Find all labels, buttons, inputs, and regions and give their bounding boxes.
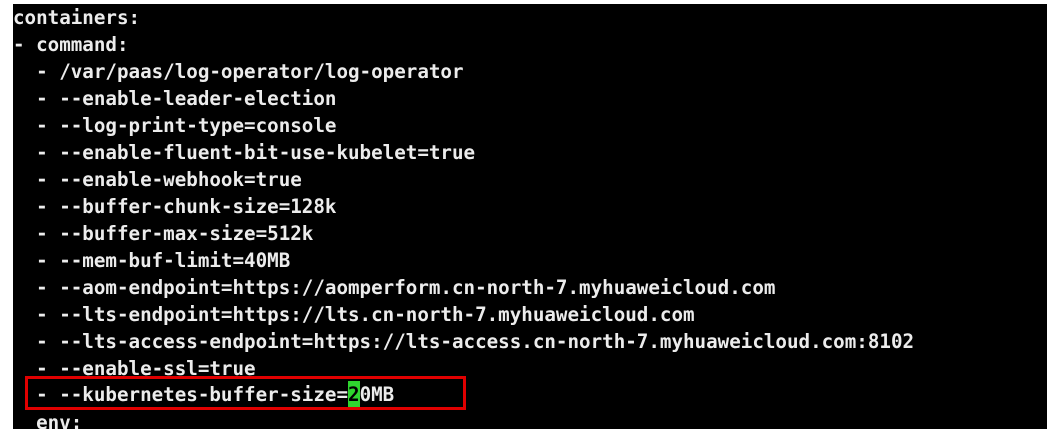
yaml-line-env: env:: [13, 411, 83, 429]
yaml-line-arg: - --mem-buf-limit=40MB: [13, 249, 291, 272]
yaml-line-containers: containers:: [13, 6, 141, 29]
yaml-line-command-path: - /var/paas/log-operator/log-operator: [13, 60, 464, 83]
yaml-line-arg: - --lts-endpoint=https://lts.cn-north-7.…: [13, 303, 695, 326]
yaml-line-arg: - --enable-fluent-bit-use-kubelet=true: [13, 141, 476, 164]
yaml-line-arg: - --buffer-chunk-size=128k: [13, 195, 337, 218]
yaml-line-arg: - --buffer-max-size=512k: [13, 222, 314, 245]
terminal-window[interactable]: containers: - command: - /var/paas/log-o…: [13, 4, 1047, 429]
yaml-line-arg: - --enable-webhook=true: [13, 168, 302, 191]
yaml-line-command: - command:: [13, 33, 129, 56]
yaml-line-arg: - --lts-access-endpoint=https://lts-acce…: [13, 330, 915, 353]
yaml-line-arg: - --enable-leader-election: [13, 87, 337, 110]
yaml-line-arg: - --aom-endpoint=https://aomperform.cn-n…: [13, 276, 776, 299]
yaml-line-arg: - --log-print-type=console: [13, 114, 337, 137]
highlight-annotation-box: [25, 376, 466, 410]
